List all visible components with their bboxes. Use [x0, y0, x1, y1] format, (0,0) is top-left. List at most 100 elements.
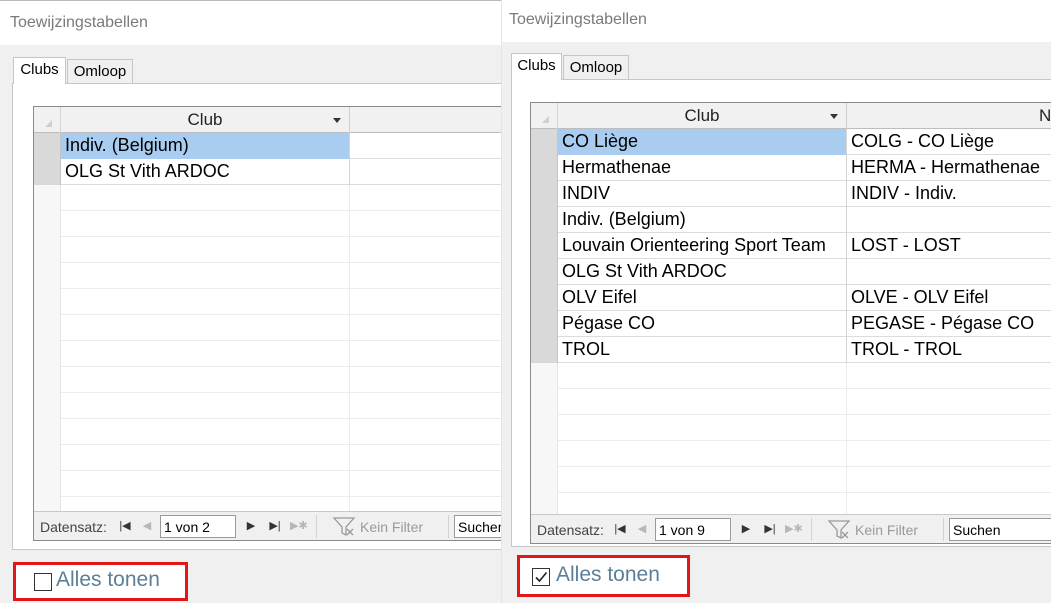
- select-all-corner[interactable]: [34, 107, 61, 133]
- record-selector: [531, 441, 558, 467]
- search-input[interactable]: Suchen: [454, 515, 501, 538]
- table-row[interactable]: Indiv. (Belgium): [34, 133, 501, 159]
- club-cell[interactable]: Louvain Orienteering Sport Team: [558, 233, 847, 259]
- filter-label: Kein Filter: [360, 519, 424, 535]
- column-header-n[interactable]: [350, 107, 501, 133]
- datasheet-grid: Club N CO Liège COLG - CO Liège Hermathenae H…: [530, 102, 1051, 544]
- empty-cell: [847, 363, 1051, 389]
- grid-rows: Indiv. (Belgium) OLG St Vith ARDOC: [34, 133, 501, 540]
- column-header-label: Club: [684, 106, 720, 125]
- table-row[interactable]: Hermathenae HERMA - Hermathenae: [531, 155, 1051, 181]
- record-position-input[interactable]: 1 von 9: [655, 518, 731, 541]
- record-selector[interactable]: [531, 259, 558, 285]
- mapping-cell[interactable]: LOST - LOST: [847, 233, 1051, 259]
- filter-icon: [827, 520, 851, 540]
- record-selector[interactable]: [34, 159, 61, 185]
- table-row[interactable]: TROL TROL - TROL: [531, 337, 1051, 363]
- previous-record-icon[interactable]: ◀: [140, 518, 154, 534]
- table-row[interactable]: CO Liège COLG - CO Liège: [531, 129, 1051, 155]
- navigator-separator: [316, 515, 317, 538]
- tab-clubs[interactable]: Clubs: [13, 57, 66, 84]
- next-record-icon[interactable]: ▶: [739, 521, 753, 537]
- mapping-cell[interactable]: INDIV - Indiv.: [847, 181, 1051, 207]
- record-position-input[interactable]: 1 von 2: [160, 515, 236, 538]
- show-all-checkbox[interactable]: [532, 568, 550, 586]
- club-cell[interactable]: OLG St Vith ARDOC: [558, 259, 847, 285]
- chevron-down-icon[interactable]: [333, 118, 341, 123]
- record-selector[interactable]: [531, 129, 558, 155]
- record-selector[interactable]: [34, 133, 61, 159]
- search-input[interactable]: Suchen: [949, 518, 1051, 541]
- show-all-label[interactable]: Alles tonen: [56, 568, 160, 592]
- record-navigator: Datensatz: |◀ ◀ 1 von 2 ▶ ▶| ▶✱ Kein Filter Such…: [34, 511, 501, 540]
- record-selector[interactable]: [531, 337, 558, 363]
- filter-icon: [332, 517, 356, 537]
- empty-cell: [61, 471, 350, 497]
- empty-cell: [61, 367, 350, 393]
- new-record-icon[interactable]: ▶✱: [290, 518, 308, 534]
- table-row[interactable]: OLV Eifel OLVE - OLV Eifel: [531, 285, 1051, 311]
- column-header-label: Club: [187, 110, 223, 129]
- record-selector: [34, 289, 61, 315]
- mapping-cell[interactable]: [847, 259, 1051, 285]
- previous-record-icon[interactable]: ◀: [635, 521, 649, 537]
- tab-omloop[interactable]: Omloop: [67, 59, 133, 83]
- empty-cell: [61, 211, 350, 237]
- table-row[interactable]: OLG St Vith ARDOC: [531, 259, 1051, 285]
- empty-cell: [61, 185, 350, 211]
- mapping-cell[interactable]: TROL - TROL: [847, 337, 1051, 363]
- first-record-icon[interactable]: |◀: [118, 518, 132, 534]
- tab-clubs[interactable]: Clubs: [511, 53, 562, 80]
- record-selector[interactable]: [531, 233, 558, 259]
- club-cell[interactable]: OLG St Vith ARDOC: [61, 159, 350, 185]
- column-header-club[interactable]: Club: [558, 103, 847, 129]
- record-selector[interactable]: [531, 285, 558, 311]
- record-selector[interactable]: [531, 181, 558, 207]
- mapping-cell[interactable]: [847, 207, 1051, 233]
- first-record-icon[interactable]: |◀: [613, 521, 627, 537]
- record-selector[interactable]: [531, 311, 558, 337]
- show-all-label[interactable]: Alles tonen: [556, 563, 660, 587]
- club-cell[interactable]: Hermathenae: [558, 155, 847, 181]
- filter-label: Kein Filter: [855, 522, 919, 538]
- club-cell[interactable]: TROL: [558, 337, 847, 363]
- filter-toggle[interactable]: Kein Filter: [827, 518, 937, 541]
- club-cell[interactable]: Indiv. (Belgium): [61, 133, 350, 159]
- grid-rows: CO Liège COLG - CO Liège Hermathenae HERMA …: [531, 129, 1051, 543]
- table-row[interactable]: OLG St Vith ARDOC: [34, 159, 501, 185]
- table-row[interactable]: Pégase CO PEGASE - Pégase CO: [531, 311, 1051, 337]
- table-row[interactable]: INDIV INDIV - Indiv.: [531, 181, 1051, 207]
- club-cell[interactable]: Indiv. (Belgium): [558, 207, 847, 233]
- record-selector[interactable]: [531, 207, 558, 233]
- empty-cell: [847, 441, 1051, 467]
- empty-cell: [350, 419, 501, 445]
- mapping-cell[interactable]: HERMA - Hermathenae: [847, 155, 1051, 181]
- mapping-cell[interactable]: [350, 159, 501, 185]
- club-cell[interactable]: CO Liège: [558, 129, 847, 155]
- club-cell[interactable]: Pégase CO: [558, 311, 847, 337]
- new-record-icon[interactable]: ▶✱: [785, 521, 803, 537]
- club-cell[interactable]: INDIV: [558, 181, 847, 207]
- mapping-cell[interactable]: OLVE - OLV Eifel: [847, 285, 1051, 311]
- mapping-cell[interactable]: [350, 133, 501, 159]
- table-row[interactable]: Louvain Orienteering Sport Team LOST - LO…: [531, 233, 1051, 259]
- select-all-corner[interactable]: [531, 103, 558, 129]
- column-header-club[interactable]: Club: [61, 107, 350, 133]
- mapping-cell[interactable]: COLG - CO Liège: [847, 129, 1051, 155]
- column-header-n[interactable]: N: [847, 103, 1051, 129]
- empty-row: [34, 263, 501, 289]
- table-row[interactable]: Indiv. (Belgium): [531, 207, 1051, 233]
- filter-toggle[interactable]: Kein Filter: [332, 515, 442, 538]
- last-record-icon[interactable]: ▶|: [268, 518, 282, 534]
- chevron-down-icon[interactable]: [830, 114, 838, 119]
- record-selector: [34, 367, 61, 393]
- empty-cell: [350, 211, 501, 237]
- show-all-checkbox[interactable]: [34, 573, 52, 591]
- club-cell[interactable]: OLV Eifel: [558, 285, 847, 311]
- record-selector[interactable]: [531, 155, 558, 181]
- last-record-icon[interactable]: ▶|: [763, 521, 777, 537]
- tab-omloop[interactable]: Omloop: [563, 55, 629, 79]
- next-record-icon[interactable]: ▶: [244, 518, 258, 534]
- mapping-cell[interactable]: PEGASE - Pégase CO: [847, 311, 1051, 337]
- record-selector: [34, 237, 61, 263]
